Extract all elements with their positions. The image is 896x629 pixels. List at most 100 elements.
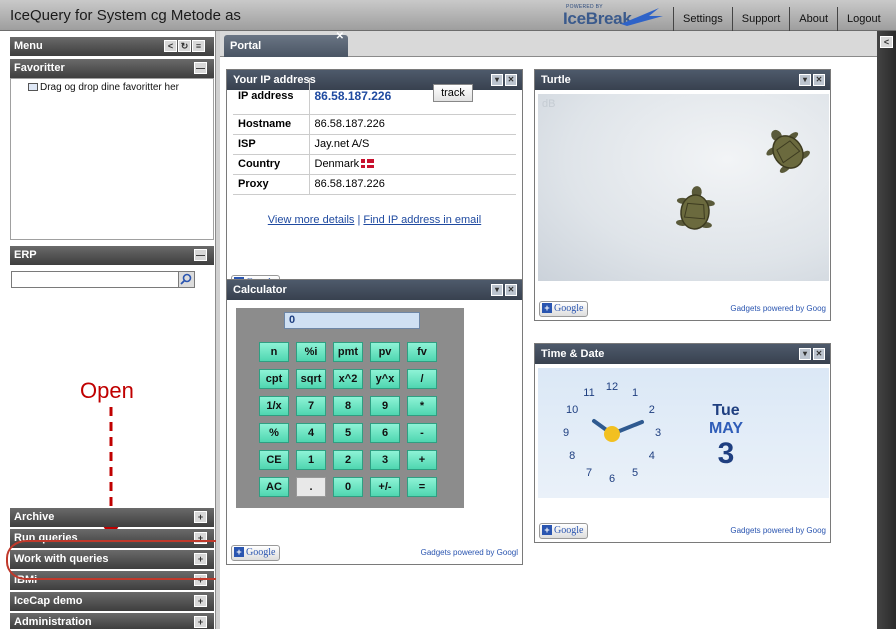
menu-title: Menu xyxy=(14,40,43,52)
calc-key[interactable]: 1 xyxy=(296,450,326,470)
tab-portal[interactable]: Portal ✕ xyxy=(224,32,348,57)
calc-key[interactable]: cpt xyxy=(259,369,289,389)
section-icecap-demo[interactable]: IceCap demo + xyxy=(10,592,214,611)
calc-key[interactable]: x^2 xyxy=(333,369,363,389)
turtle-canvas[interactable]: dB xyxy=(538,94,829,281)
calc-key[interactable]: 1/x xyxy=(259,396,289,416)
search-button[interactable] xyxy=(178,271,195,288)
plus-icon: + xyxy=(234,547,244,557)
calc-key[interactable]: % xyxy=(259,423,289,443)
calc-key[interactable]: fv xyxy=(407,342,437,362)
nav-about[interactable]: About xyxy=(789,7,837,31)
calculator-gadget: Calculator ▾ ✕ 0 n %i pmt pv fv cpt sqrt x^2 y^x… xyxy=(226,279,523,565)
calc-key[interactable]: y^x xyxy=(370,369,400,389)
add-to-google-button[interactable]: +Google xyxy=(539,301,589,317)
minimize-icon[interactable]: — xyxy=(194,62,207,74)
calc-key[interactable]: 9 xyxy=(370,396,400,416)
nav-logout[interactable]: Logout xyxy=(837,7,890,31)
close-icon[interactable]: ✕ xyxy=(813,74,825,86)
calc-key[interactable]: 4 xyxy=(296,423,326,443)
erp-search-input[interactable] xyxy=(11,271,193,288)
calc-key[interactable]: n xyxy=(259,342,289,362)
favorites-box xyxy=(10,78,214,240)
calc-key[interactable]: CE xyxy=(259,450,289,470)
add-to-google-button[interactable]: +Google xyxy=(231,545,281,561)
minimize-icon[interactable]: ▾ xyxy=(491,284,503,296)
minimize-icon[interactable]: — xyxy=(194,249,207,261)
brand-swoosh-icon xyxy=(621,8,663,26)
calc-key[interactable]: * xyxy=(407,396,437,416)
date-number: 3 xyxy=(717,437,735,470)
section-archive[interactable]: Archive + xyxy=(10,508,214,527)
calc-key[interactable]: AC xyxy=(259,477,289,497)
calc-key[interactable]: 5 xyxy=(333,423,363,443)
plus-icon: + xyxy=(542,303,552,313)
favorites-list-icon xyxy=(28,83,38,91)
track-button[interactable]: track xyxy=(433,84,473,102)
erp-title: ERP xyxy=(14,249,37,261)
add-to-google-button[interactable]: +Google xyxy=(539,523,589,539)
nav-settings[interactable]: Settings xyxy=(673,7,732,31)
minimize-icon[interactable]: ▾ xyxy=(799,348,811,360)
app-title: IceQuery for System cg Metode as xyxy=(10,7,241,24)
calc-key[interactable]: 2 xyxy=(333,450,363,470)
favorites-header[interactable]: Favoritter — xyxy=(10,59,214,78)
gadgets-powered-link[interactable]: Gadgets powered by Goog xyxy=(730,526,826,535)
calc-key[interactable]: + xyxy=(407,450,437,470)
top-bar: IceQuery for System cg Metode as POWERED… xyxy=(0,0,896,31)
calc-key[interactable]: 6 xyxy=(370,423,400,443)
close-icon[interactable]: ✕ xyxy=(813,348,825,360)
calc-key[interactable]: sqrt xyxy=(296,369,326,389)
calc-key[interactable]: 0 xyxy=(333,477,363,497)
ip-table: IP address 86.58.187.226 Hostname 86.58.… xyxy=(233,78,516,195)
ip-key: Proxy xyxy=(233,174,310,195)
calc-key[interactable]: pmt xyxy=(333,342,363,362)
gadget-footer: + Google Gadgets powered by Googl xyxy=(227,543,522,565)
nav-support[interactable]: Support xyxy=(731,7,790,31)
clock-hands-icon xyxy=(592,419,644,442)
gadgets-powered-link[interactable]: Gadgets powered by Goog xyxy=(730,304,826,313)
tab-label: Portal xyxy=(230,40,262,52)
calc-key[interactable]: - xyxy=(407,423,437,443)
calculator-display[interactable]: 0 xyxy=(284,312,420,329)
menu-header: Menu < ↻ ≡ xyxy=(10,37,214,56)
close-icon[interactable]: ✕ xyxy=(336,32,344,42)
refresh-icon[interactable]: ↻ xyxy=(178,40,191,52)
gadget-title: Calculator xyxy=(233,284,287,296)
ip-key: Country xyxy=(233,154,310,175)
gadget-title: Turtle xyxy=(541,74,571,86)
calc-key[interactable]: %i xyxy=(296,342,326,362)
calc-key[interactable]: 7 xyxy=(296,396,326,416)
collapse-left-icon[interactable]: < xyxy=(164,40,177,52)
calc-key[interactable]: 8 xyxy=(333,396,363,416)
google-label: Google xyxy=(554,525,584,536)
calculator-body: 0 n %i pmt pv fv cpt sqrt x^2 y^x / 1/x 7 8 9 *% 4 5 6- CE… xyxy=(236,308,464,508)
close-icon[interactable]: ✕ xyxy=(505,284,517,296)
erp-header[interactable]: ERP — xyxy=(10,246,214,265)
calc-key[interactable]: = xyxy=(407,477,437,497)
calc-key[interactable]: pv xyxy=(370,342,400,362)
view-details-link[interactable]: View more details xyxy=(268,214,355,226)
top-nav: Settings Support About Logout xyxy=(673,7,890,31)
expand-icon[interactable]: + xyxy=(194,511,207,523)
options-icon[interactable]: ≡ xyxy=(192,40,205,52)
find-ip-email-link[interactable]: Find IP address in email xyxy=(363,214,481,226)
calc-key[interactable]: +/- xyxy=(370,477,400,497)
collapse-left-icon[interactable]: < xyxy=(880,36,893,48)
gadget-footer: +Google Gadgets powered by Goog xyxy=(535,521,830,543)
expand-icon[interactable]: + xyxy=(194,616,207,628)
minimize-icon[interactable]: ▾ xyxy=(799,74,811,86)
favorites-hint-text: Drag og drop dine favoritter her xyxy=(40,82,179,93)
expand-icon[interactable]: + xyxy=(194,595,207,607)
tab-strip: Portal ✕ xyxy=(220,31,877,57)
portal-area: Portal ✕ Your IP address ▾ ✕ IP address … xyxy=(220,31,877,629)
link-separator: | xyxy=(357,214,361,226)
calc-key[interactable]: . xyxy=(296,477,326,497)
right-collapsed-panel[interactable]: < xyxy=(877,31,896,629)
calc-key[interactable]: / xyxy=(407,369,437,389)
gadgets-powered-link[interactable]: Gadgets powered by Googl xyxy=(421,548,518,557)
calc-key[interactable]: 3 xyxy=(370,450,400,470)
search-icon xyxy=(180,273,192,285)
turtle-icon xyxy=(676,186,715,230)
section-administration[interactable]: Administration + xyxy=(10,613,214,629)
